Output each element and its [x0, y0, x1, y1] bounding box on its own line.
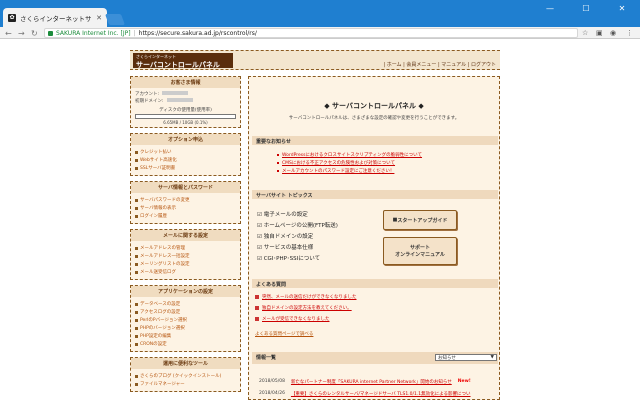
site-header: さくらインターネット サーバコントロールパネル | ホーム | 会員メニュー |…	[130, 50, 500, 70]
sidebar-link[interactable]: アクセスログの設定	[135, 309, 236, 315]
page-intro: サーバコントロールパネルは、さまざまな設定の確認や変更を行うことができます。	[288, 116, 460, 121]
browser-toolbar: ← → ↻ SAKURA Internet Inc. [JP] | https:…	[0, 27, 640, 39]
browser-window: ✿ さくらインターネットサーバコントロールパネル ✕ — ☐ ✕ ← → ↻ S…	[0, 0, 640, 400]
notice-header: 重要なお知らせ	[252, 136, 498, 145]
news-row: 2018/05/08 新たなパートナー制度「SAKURA internet Par…	[259, 379, 471, 385]
news-date: 2018/04/26	[259, 391, 285, 396]
notice-link[interactable]: メールアカウントのパスワード設定にご注意ください！	[277, 168, 394, 174]
lock-icon	[48, 30, 53, 36]
reload-icon[interactable]: ↻	[31, 27, 38, 39]
header-nav[interactable]: | ホーム | 会員メニュー | マニュアル | ログアウト	[383, 61, 496, 68]
sidebar-link[interactable]: ログイン履歴	[135, 213, 236, 219]
sidebar-link[interactable]: さくらのブログ (クイックインストール)	[135, 373, 236, 379]
notice-link[interactable]: WordPressにおけるクロスサイトスクリプティングの脆弱性について	[277, 152, 422, 158]
sidebar-link[interactable]: ファイルマネージャー	[135, 381, 236, 387]
topic-link[interactable]: ☑ 電子メールの設定	[257, 210, 308, 218]
faq-icon	[255, 306, 259, 310]
star-icon[interactable]: ☆	[582, 27, 588, 39]
topic-link[interactable]: ☑ サービスの基本仕様	[257, 243, 313, 251]
main-panel: ◆ サーバコントロールパネル ◆ サーバコントロールパネルは、さまざまな設定の確…	[248, 76, 500, 400]
sidebar-link[interactable]: メールアドレスの管理	[135, 245, 236, 251]
customer-info-title: お客さま情報	[131, 77, 240, 88]
new-badge: New!	[457, 379, 471, 384]
sidebar-link[interactable]: Webサイト高速化	[135, 157, 236, 163]
sidebar-link[interactable]: クレジット払い	[135, 149, 236, 155]
faq-more-link[interactable]: よくある質問ページで調べる	[255, 331, 313, 337]
url-text: https://secure.sakura.ad.jp/rscontrol/rs…	[138, 29, 257, 37]
disk-usage-bar	[135, 114, 236, 119]
topic-link[interactable]: ☑ ホームページの公開(FTP転送)	[257, 221, 338, 229]
disk-usage-value: 6.65MB / 10GB (0.1%)	[163, 120, 208, 125]
server-box: サーバ情報とパスワード サーバパスワードの変更 サーバ情報の表示 ログイン履歴	[130, 181, 241, 224]
sidebar-link[interactable]: PerlのPバージョン選択	[135, 317, 236, 323]
mail-box: メールに関する設定 メールアドレスの管理 メールアドレス一括設定 メーリングリス…	[130, 229, 241, 280]
news-row: 2018/04/26 【重要】さくらのレンタルサーバ/マネージドサーバ TLS1.…	[259, 391, 471, 397]
startup-guide-button[interactable]: ■ スタートアップガイド	[383, 210, 457, 230]
faq-icon	[255, 317, 259, 321]
faq-link[interactable]: 独自ドメインの設定方法を教えてください。	[255, 305, 352, 311]
faq-link[interactable]: 突然、メールの送信だけができなくなりました	[255, 294, 357, 300]
title-bar: ✿ さくらインターネットサーバコントロールパネル ✕ — ☐ ✕	[0, 0, 640, 27]
sidebar-link[interactable]: サーバ情報の表示	[135, 205, 236, 211]
news-link[interactable]: 【重要】さくらのレンタルサーバ/マネージドサーバ TLS1.0/1.1無効化によ…	[291, 391, 471, 397]
faq-header: よくある質問	[252, 279, 498, 288]
domain-label: 初期ドメイン:	[135, 99, 164, 104]
forward-icon[interactable]: →	[18, 27, 25, 39]
topic-link[interactable]: ☑ CGI･PHP･SSIについて	[257, 254, 320, 262]
sidebar-link[interactable]: SSLサーバ証明書	[135, 165, 236, 171]
sidebar-link[interactable]: CRONの設定	[135, 341, 236, 347]
close-window-icon[interactable]: ✕	[604, 0, 640, 16]
online-manual-button[interactable]: サポート オンラインマニュアル	[383, 237, 457, 265]
domain-value-redacted	[166, 98, 193, 102]
sidebar-link[interactable]: メールアドレス一括設定	[135, 253, 236, 259]
secure-label: SAKURA Internet Inc. [JP]	[56, 29, 131, 37]
url-separator: |	[133, 29, 136, 37]
page-title: ◆ サーバコントロールパネル ◆	[324, 102, 424, 110]
disk-usage-label: ディスクの使用量(使用率)	[159, 108, 212, 113]
topics-header: サーバサイト トピックス	[252, 190, 498, 199]
customer-info-box: お客さま情報 アカウント: 初期ドメイン: ディスクの使用量(使用率) 6.65…	[130, 76, 241, 128]
menu-icon[interactable]: ⋮	[626, 27, 633, 39]
sidebar-link[interactable]: PHPのバージョン選択	[135, 325, 236, 331]
faq-link[interactable]: メールが受信できなくなりました	[255, 316, 330, 322]
sidebar-link[interactable]: メール送受信ログ	[135, 269, 236, 275]
back-icon[interactable]: ←	[5, 27, 12, 39]
notice-link[interactable]: CMSにおける不正アクセスの危険性および対策について	[277, 160, 395, 166]
account-value-redacted	[162, 91, 189, 95]
site-logo[interactable]: さくらインターネット サーバコントロールパネル	[133, 53, 233, 69]
account-label: アカウント:	[135, 92, 160, 97]
options-box: オプション申込 クレジット払い Webサイト高速化 SSLサーバ証明書	[130, 133, 241, 176]
dropdown-arrow-icon: ▼	[490, 355, 494, 360]
address-bar[interactable]: SAKURA Internet Inc. [JP] | https://secu…	[44, 28, 578, 38]
news-category-select[interactable]: お知らせ ▼	[435, 354, 497, 361]
browser-tab[interactable]: ✿ さくらインターネットサーバコントロールパネル ✕	[3, 8, 107, 27]
close-tab-icon[interactable]: ✕	[96, 14, 102, 22]
sakura-favicon-icon: ✿	[8, 13, 16, 22]
sidebar-link[interactable]: PHP設定の編集	[135, 333, 236, 339]
tools-box: 運用に便利なツール さくらのブログ (クイックインストール) ファイルマネージャ…	[130, 357, 241, 392]
new-tab-button[interactable]	[104, 14, 126, 25]
maximize-icon[interactable]: ☐	[568, 0, 604, 16]
sidebar-link[interactable]: データベースの設定	[135, 301, 236, 307]
news-link[interactable]: 新たなパートナー制度「SAKURA internet Partner Netwo…	[291, 379, 452, 385]
screenshot-icon[interactable]: ▣	[596, 27, 603, 39]
page-content: さくらインターネット サーバコントロールパネル | ホーム | 会員メニュー |…	[0, 40, 640, 400]
tab-title: さくらインターネットサーバコントロールパネル	[20, 14, 92, 23]
topic-link[interactable]: ☑ 独自ドメインの設定	[257, 232, 313, 240]
news-date: 2018/05/08	[259, 379, 285, 384]
sidebar-link[interactable]: メーリングリストの設定	[135, 261, 236, 267]
camera-icon[interactable]: ◉	[610, 27, 616, 39]
app-box: アプリケーションの設定 データベースの設定 アクセスログの設定 PerlのPバー…	[130, 285, 241, 352]
faq-icon	[255, 295, 259, 299]
minimize-icon[interactable]: —	[532, 0, 568, 16]
sidebar-link[interactable]: サーバパスワードの変更	[135, 197, 236, 203]
sidebar: お客さま情報 アカウント: 初期ドメイン: ディスクの使用量(使用率) 6.65…	[130, 76, 241, 397]
